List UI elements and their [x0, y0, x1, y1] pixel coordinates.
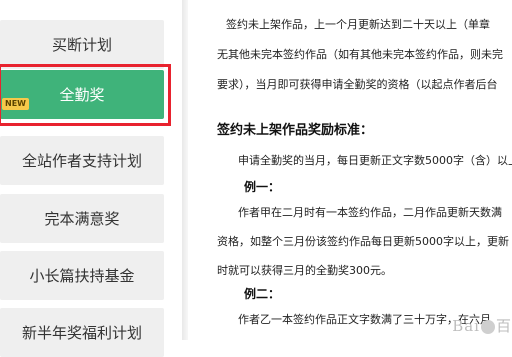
panel-divider	[182, 0, 188, 340]
paw-icon	[480, 320, 495, 334]
watermark-text: Bai	[452, 317, 480, 335]
red-highlight-box	[0, 64, 171, 126]
nav-item-completion-award[interactable]: 完本满意奖	[0, 194, 164, 243]
nav-item-buyout-plan[interactable]: 买断计划	[0, 20, 164, 69]
paragraph-line: 资格，如整个三月份该签约作品每日更新5000字以上，更新	[217, 235, 509, 248]
nav-item-novella-fund[interactable]: 小长篇扶持基金	[0, 251, 164, 300]
article-content: 签约未上架作品，上一个月更新达到二十天以上（单章 无其他未完本签约作品（如有其他…	[196, 0, 512, 340]
paragraph-line: 要求），当月即可获得申请全勤奖的资格（以起点作者后台	[217, 78, 498, 91]
section-heading: 签约未上架作品奖励标准：	[217, 123, 374, 138]
paragraph-line: 时就可以获得三月的全勤奖300元。	[217, 264, 392, 277]
example-heading: 例二：	[244, 287, 281, 301]
baidu-watermark: Bai 百	[452, 315, 512, 336]
paragraph-line: 作者甲在二月时有一本签约作品，二月作品更新天数满	[238, 206, 502, 219]
nav-item-label: 完本满意奖	[44, 210, 120, 228]
nav-item-half-year-benefit[interactable]: 新半年奖福利计划	[0, 308, 164, 357]
paragraph-line: 申请全勤奖的当月，每日更新正文字数5000字（含）以上	[238, 154, 512, 167]
sidebar: 买断计划 NEW 全勤奖 全站作者支持计划 完本满意奖 小长篇扶持基金 新半年奖…	[0, 0, 190, 357]
nav-item-author-support[interactable]: 全站作者支持计划	[0, 136, 164, 185]
paragraph-line: 签约未上架作品，上一个月更新达到二十天以上（单章	[226, 18, 490, 31]
nav-item-label: 全站作者支持计划	[21, 152, 142, 170]
nav-item-label: 买断计划	[51, 36, 112, 54]
watermark-suffix: 百	[495, 317, 512, 335]
nav-item-label: 小长篇扶持基金	[29, 267, 135, 285]
example-heading: 例一：	[244, 180, 281, 194]
paragraph-line: 无其他未完本签约作品（如有其他未完本签约作品，则未完	[217, 48, 503, 61]
